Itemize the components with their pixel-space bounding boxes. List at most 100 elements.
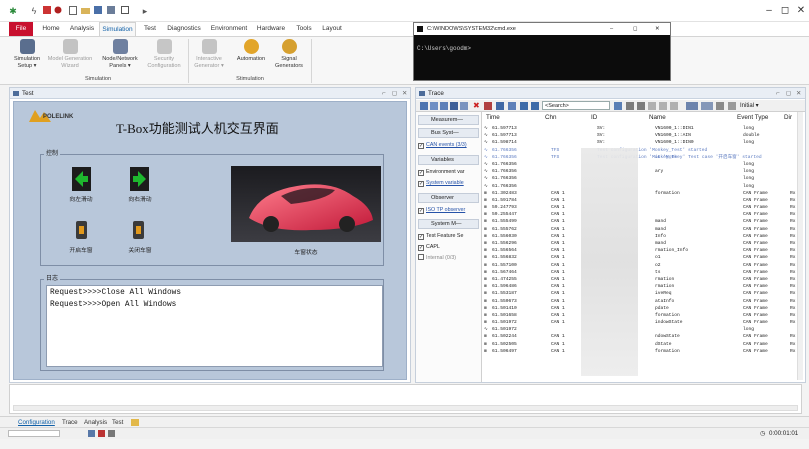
panel-close-icon[interactable]: ✕ [402, 88, 407, 99]
new-file-icon[interactable] [68, 6, 78, 16]
trace-vertical-scrollbar[interactable] [797, 112, 803, 380]
trace-view-icon[interactable] [420, 102, 428, 110]
tab-file[interactable]: File [9, 22, 33, 36]
column-header-name[interactable]: Name [649, 113, 666, 123]
trace-row[interactable]: ⊞ 61.557100 CAN 1 o2 CAN Frame Rx [484, 262, 799, 269]
trace-row[interactable]: ⊞ 61.502244 CAN 1 ndowState CAN Frame Rx [484, 333, 799, 340]
panel-maximize-icon[interactable]: ◻ [392, 88, 397, 99]
tab-test[interactable]: Test [140, 22, 160, 36]
checkbox-checked-icon[interactable]: ✓ [418, 143, 424, 149]
trace-row[interactable]: ∿ 61.766356 long [484, 161, 799, 168]
trace-row[interactable]: ⊞ 61.555762 CAN 1 mand CAN Frame Rx [484, 226, 799, 233]
column-header-event-type[interactable]: Event Type [737, 113, 768, 123]
sidebar-item-iso-tp-observer[interactable]: ✓ ISO TP observer [418, 205, 480, 215]
trace-row[interactable]: ∿ 61.766356 long [484, 175, 799, 182]
tab-simulation[interactable]: Simulation [99, 22, 136, 36]
trace-filter-icon[interactable] [440, 102, 448, 110]
tab-trace[interactable]: Trace [62, 418, 78, 427]
trace-row[interactable]: ⊞ 61.555499 CAN 1 mand CAN Frame Rx [484, 218, 799, 225]
close-button[interactable]: ✕ [794, 4, 808, 18]
checkbox-checked-icon[interactable]: ✓ [418, 234, 424, 240]
trace-row[interactable]: ⊞ 59.247793 CAN 1 CAN Frame Rx [484, 204, 799, 211]
trace-scroll-icon[interactable] [430, 102, 438, 110]
trace-export-icon[interactable] [701, 102, 713, 110]
trace-row[interactable]: ⊞ 59.255447 CAN 1 CAN Frame Rx [484, 211, 799, 218]
folder-icon[interactable] [131, 419, 139, 426]
tab-layout[interactable]: Layout [319, 22, 345, 36]
trace-row[interactable]: ⊞ 61.553187 CAN 1 iveReq CAN Frame Rx [484, 290, 799, 297]
trace-row[interactable]: ⊞ 61.591784 CAN 1 CAN Frame Rx [484, 197, 799, 204]
slide-right-button[interactable] [130, 167, 149, 191]
trace-row[interactable]: ∿ 61.766356 ary long [484, 168, 799, 175]
trace-row[interactable]: ⊞ 61.556832 CAN 1 o1 CAN Frame Rx [484, 254, 799, 261]
tab-test-bottom[interactable]: Test [112, 418, 123, 427]
close-window-button[interactable] [133, 221, 144, 239]
trace-row[interactable]: ∿ 61.501972 long [484, 326, 799, 333]
tab-diagnostics[interactable]: Diagnostics [166, 22, 202, 36]
trace-row[interactable]: ∿ 61.598714 SV: VN1600_1::DIN0 long [484, 139, 799, 146]
trace-row[interactable]: ∿ 61.766356 long [484, 183, 799, 190]
customize-dropdown-icon[interactable]: ▸ [140, 6, 150, 16]
trace-row[interactable]: ∿ 61.597713 SV: VN1600_1::DIN1 long [484, 125, 799, 132]
status-input[interactable] [8, 430, 60, 437]
trace-detail-icon[interactable] [496, 102, 504, 110]
sidebar-item-test-feature-set[interactable]: ✓ Test Feature Se [418, 231, 480, 241]
trace-row[interactable]: ⊞ 61.302483 CAN 1 formation CAN Frame Rx [484, 190, 799, 197]
sidebar-header-observer[interactable]: Observer [418, 193, 479, 203]
status-error-icon[interactable] [98, 430, 105, 437]
restore-button[interactable]: ◻ [778, 4, 792, 18]
sidebar-item-can-events[interactable]: ✓ CAN events (3/3) [418, 140, 480, 150]
tab-environment[interactable]: Environment [209, 22, 249, 36]
trace-row[interactable]: ⊞ 61.474255 CAN 1 rmation CAN Frame Rx [484, 276, 799, 283]
checkbox-checked-icon[interactable]: ✓ [418, 245, 424, 251]
open-folder-icon[interactable] [80, 6, 90, 16]
cmd-maximize-button[interactable]: ◻ [633, 23, 638, 35]
cmd-window[interactable]: C:\WINDOWS\SYSTEM32\cmd.exe – ◻ ✕ C:\Use… [413, 22, 671, 81]
tab-tools[interactable]: Tools [293, 22, 315, 36]
trace-row[interactable]: ⊞ 61.506497 CAN 1 formation CAN Frame Rx [484, 348, 799, 355]
arrow-right-nav-icon[interactable] [659, 102, 667, 110]
panel-pin-icon[interactable]: ⌐ [382, 88, 386, 99]
status-settings-icon[interactable] [108, 430, 115, 437]
panel-close-icon[interactable]: ✕ [796, 88, 801, 99]
sidebar-item-internal[interactable]: Internal (0/3) [418, 253, 480, 263]
column-header-chn[interactable]: Chn [545, 113, 557, 123]
trace-row[interactable]: ⊞ 61.567464 CAN 1 ts CAN Frame Rx [484, 269, 799, 276]
sidebar-item-system-variables[interactable]: ✓ System variable [418, 178, 480, 188]
arrow-up-nav-icon[interactable] [670, 102, 678, 110]
trace-row[interactable]: ∿ 61.597713 SV: VN1600_1::AIN double [484, 132, 799, 139]
panel-pin-icon[interactable]: ⌐ [776, 88, 780, 99]
automation-button[interactable]: Automation [233, 39, 269, 75]
horizontal-scrollbar[interactable] [13, 405, 798, 411]
trace-row[interactable]: ⊞ 61.550673 CAN 1 ataInfo CAN Frame Rx [484, 298, 799, 305]
column-header-dir[interactable]: Dir [784, 113, 792, 123]
panel-maximize-icon[interactable]: ◻ [786, 88, 791, 99]
trace-settings-icon[interactable] [716, 102, 724, 110]
node-network-panels-button[interactable]: Node/Network Panels ▾ [98, 39, 142, 75]
tab-configuration[interactable]: Configuration [18, 418, 55, 427]
trace-mode-icon[interactable] [450, 102, 458, 110]
sidebar-header-system-messages[interactable]: System M— [418, 219, 479, 229]
stop-trace-icon[interactable] [484, 102, 492, 110]
sidebar-item-environment-variables[interactable]: ✓ Environment var [418, 167, 480, 177]
save-icon[interactable] [93, 6, 103, 16]
checkbox-checked-icon[interactable]: ✓ [418, 181, 424, 187]
trace-row[interactable]: ⊞ 61.502505 CAN 1 dState CAN Frame Rx [484, 341, 799, 348]
slide-left-button[interactable] [72, 167, 91, 191]
column-header-time[interactable]: Time [486, 113, 500, 123]
trace-row[interactable]: ⊞ 61.556296 CAN 1 mand CAN Frame Rx [484, 240, 799, 247]
save-as-icon[interactable] [106, 6, 116, 16]
tab-analysis-bottom[interactable]: Analysis [84, 418, 107, 427]
find-previous-icon[interactable] [626, 102, 634, 110]
cmd-minimize-button[interactable]: – [610, 23, 613, 35]
arrow-left-nav-icon[interactable] [648, 102, 656, 110]
sidebar-header-bus-systems[interactable]: Bus Syst— [418, 128, 479, 138]
log-textarea[interactable]: Request>>>>Close All Windows Request>>>>… [46, 285, 383, 367]
record-icon[interactable] [53, 6, 63, 16]
signal-generators-button[interactable]: Signal Generators [271, 39, 307, 75]
trace-row[interactable]: ⊞ 61.556030 CAN 1 Info CAN Frame Rx [484, 233, 799, 240]
stop-icon[interactable] [42, 6, 52, 16]
tab-analysis[interactable]: Analysis [68, 22, 96, 36]
trace-row[interactable]: ⊞ 61.501658 CAN 1 formation CAN Frame Rx [484, 312, 799, 319]
export-icon[interactable] [120, 6, 130, 16]
